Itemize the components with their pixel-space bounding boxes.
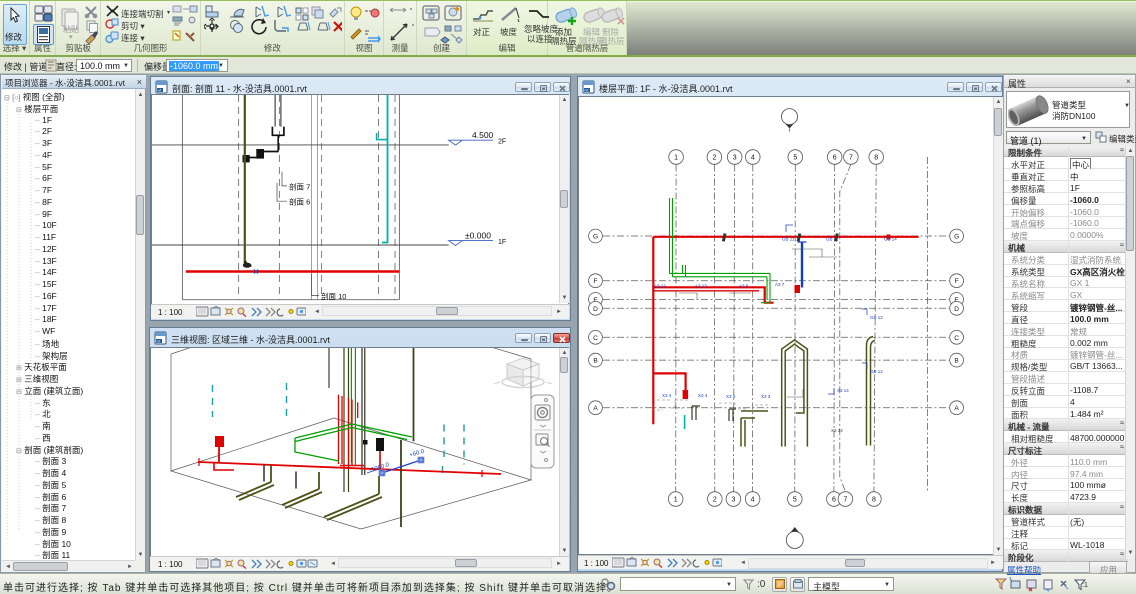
svg-text:rvt: rvt [585,89,589,93]
svg-text:C: C [954,335,959,342]
svg-text:5: 5 [793,497,797,504]
svg-text:X3 14: X3 14 [837,388,849,393]
svg-text:G: G [593,234,598,241]
svg-text:A3 7: A3 7 [775,282,785,287]
svg-text:A3 8: A3 8 [739,284,749,289]
svg-text:B: B [954,358,958,365]
svg-text:A3 13: A3 13 [695,284,707,289]
svg-text:剖面 6: 剖面 6 [289,197,310,207]
svg-text:4: 4 [751,155,755,162]
svg-text:1: 1 [674,155,678,162]
svg-text:2: 2 [712,155,716,162]
svg-text:1F: 1F [498,239,506,246]
svg-text:X3 4: X3 4 [662,393,672,398]
svg-text:GB 12: GB 12 [870,369,883,374]
svg-text:GB 12: GB 12 [870,315,883,320]
svg-text:A: A [593,405,598,412]
svg-text:A3 12: A3 12 [654,284,666,289]
svg-text:3: 3 [733,155,737,162]
svg-text:X3 4: X3 4 [698,393,708,398]
svg-text:A: A [954,405,959,412]
svg-text:7: 7 [843,497,847,504]
svg-text:3: 3 [731,497,735,504]
svg-text:2F: 2F [498,139,506,146]
svg-text:rvt: rvt [158,89,162,93]
svg-text:8: 8 [874,155,878,162]
svg-text:X3 14: X3 14 [831,428,843,433]
svg-text:8: 8 [872,497,876,504]
svg-text:F: F [955,278,959,285]
svg-text:B: B [593,358,597,365]
svg-text:剖面 7: 剖面 7 [289,181,310,191]
svg-text:2: 2 [713,497,717,504]
svg-text:4.500: 4.500 [472,130,494,140]
svg-text:X3 3: X3 3 [761,394,771,399]
svg-text:G: G [954,234,959,241]
svg-text:rvt: rvt [157,340,161,344]
svg-text:5: 5 [793,155,797,162]
svg-text:X3 3: X3 3 [726,394,736,399]
svg-text:7: 7 [849,155,853,162]
svg-text:D: D [954,306,959,313]
svg-text:±0.000: ±0.000 [465,231,491,241]
svg-text:GB 11: GB 11 [782,237,795,242]
svg-text:剖面 10: 剖面 10 [321,291,346,301]
svg-text:4: 4 [751,497,755,504]
svg-text:6: 6 [833,155,837,162]
svg-text:F: F [594,278,598,285]
svg-text:GB 11: GB 11 [826,237,839,242]
svg-text:1: 1 [674,497,678,504]
svg-text:D: D [593,306,598,313]
svg-text:GB 14: GB 14 [884,237,897,242]
svg-text:C: C [593,335,598,342]
svg-text:6: 6 [832,497,836,504]
